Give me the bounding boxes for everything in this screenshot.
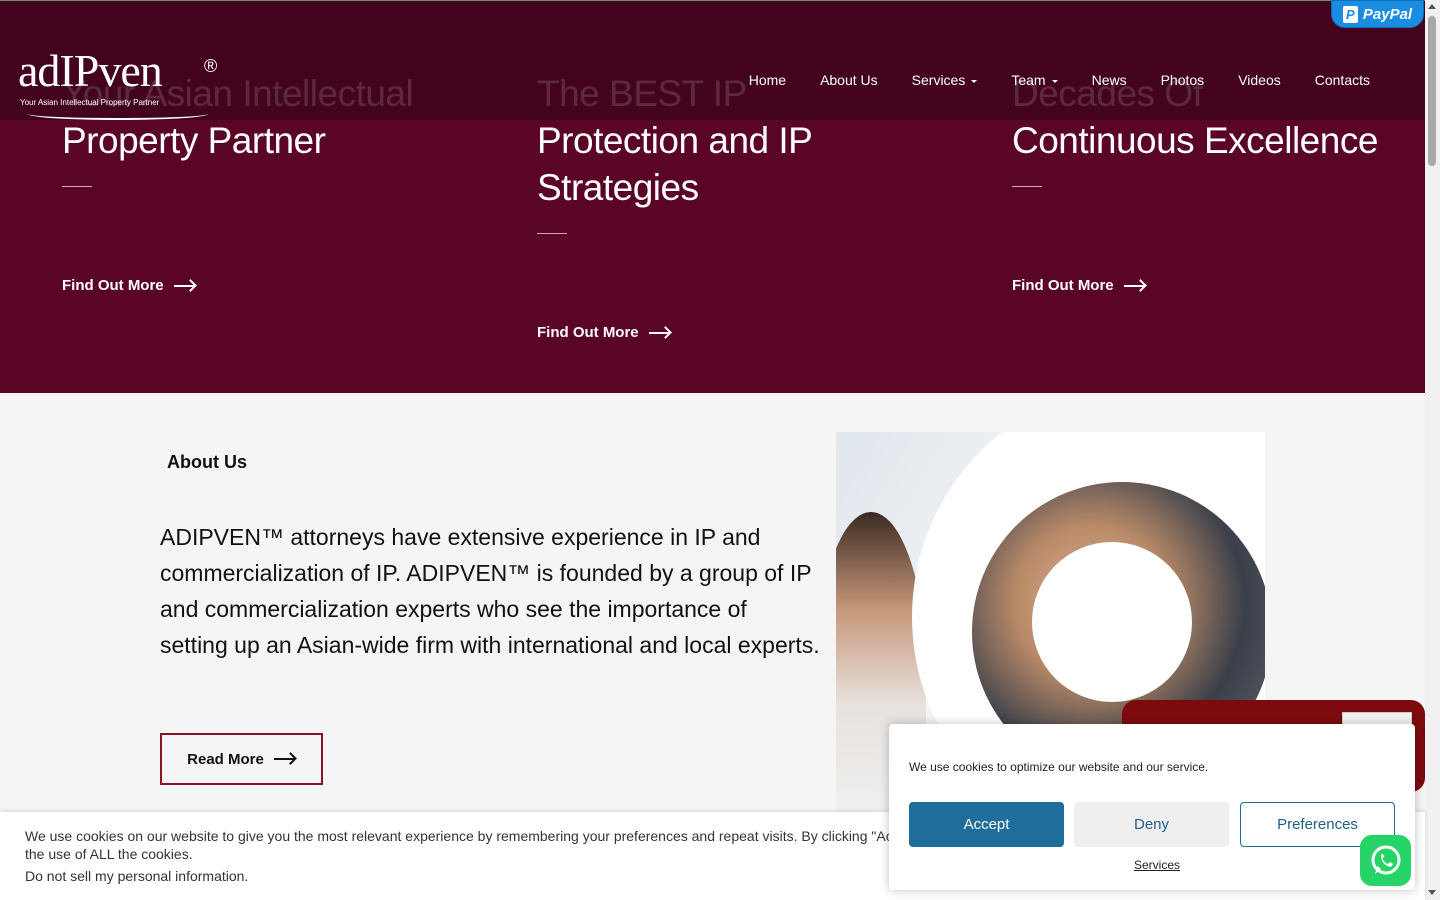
deny-button[interactable]: Deny <box>1074 802 1229 847</box>
nav-label: News <box>1091 72 1127 88</box>
find-out-more-label: Find Out More <box>62 277 164 294</box>
accept-button[interactable]: Accept <box>909 802 1064 847</box>
photo-ring-inner <box>1032 542 1192 702</box>
nav-item-news[interactable]: News <box>1075 71 1144 89</box>
arrow-right-icon <box>273 753 296 765</box>
nav-item-photos[interactable]: Photos <box>1144 71 1222 89</box>
about-heading: About Us <box>167 452 247 472</box>
nav-label: Contacts <box>1314 72 1370 88</box>
find-out-more-link[interactable]: Find Out More <box>1012 277 1146 294</box>
nav-label: Team <box>1011 72 1046 88</box>
nav-label: Videos <box>1238 72 1281 88</box>
find-out-more-link[interactable]: Find Out More <box>62 277 196 294</box>
find-out-more-link[interactable]: Find Out More <box>537 324 671 341</box>
registered-mark: ® <box>204 56 218 76</box>
logo-tagline: Your Asian Intellectual Property Partner <box>20 98 160 107</box>
arrow-right-icon <box>1123 280 1146 292</box>
nav-item-about-us[interactable]: About Us <box>803 71 895 89</box>
page-scrollbar[interactable] <box>1425 0 1440 900</box>
nav-label: Home <box>748 72 787 88</box>
paypal-button[interactable]: P PayPal <box>1331 0 1424 28</box>
nav-label: Services <box>911 72 966 88</box>
cookie-notice-text: We use cookies on our website to give yo… <box>25 828 1023 862</box>
paypal-label: PayPal <box>1362 5 1413 23</box>
slide-divider <box>537 233 567 234</box>
nav-label: About Us <box>820 72 878 88</box>
caret-down-icon <box>971 79 978 83</box>
consent-message: We use cookies to optimize our website a… <box>909 760 1209 774</box>
whatsapp-button[interactable] <box>1360 835 1411 886</box>
caret-down-icon <box>1051 79 1058 83</box>
logo-swoosh <box>28 108 208 120</box>
nav-item-contacts[interactable]: Contacts <box>1298 71 1387 89</box>
read-more-button[interactable]: Read More <box>160 733 323 785</box>
services-link[interactable]: Services <box>1134 858 1180 872</box>
arrow-right-icon <box>648 327 671 339</box>
slide-divider <box>1012 186 1042 187</box>
nav-item-videos[interactable]: Videos <box>1221 71 1298 89</box>
site-logo[interactable]: adIPven ® Your Asian Intellectual Proper… <box>18 45 217 120</box>
read-more-label: Read More <box>187 750 264 768</box>
slide-divider <box>62 186 92 187</box>
scroll-up-arrow-icon[interactable] <box>1428 4 1436 9</box>
about-text: ADIPVEN™ attorneys have extensive experi… <box>160 524 820 658</box>
scroll-down-arrow-icon[interactable] <box>1428 890 1436 895</box>
nav-label: Photos <box>1160 72 1205 88</box>
main-nav: Home About Us Services Team News Photos … <box>732 71 1387 89</box>
find-out-more-label: Find Out More <box>1012 277 1114 294</box>
nav-item-home[interactable]: Home <box>732 71 803 89</box>
arrow-right-icon <box>173 280 196 292</box>
do-not-sell-link[interactable]: Do not sell my personal information. <box>25 868 248 884</box>
scrollbar-thumb[interactable] <box>1428 16 1436 166</box>
whatsapp-icon <box>1371 845 1400 874</box>
find-out-more-label: Find Out More <box>537 324 639 341</box>
logo-wordmark: adIPven <box>18 45 163 96</box>
top-divider <box>0 0 1425 1</box>
nav-item-services[interactable]: Services <box>895 71 995 89</box>
paypal-icon: P <box>1342 5 1358 23</box>
cookie-consent-dialog: We use cookies to optimize our website a… <box>889 724 1415 890</box>
nav-item-team[interactable]: Team <box>994 71 1074 89</box>
